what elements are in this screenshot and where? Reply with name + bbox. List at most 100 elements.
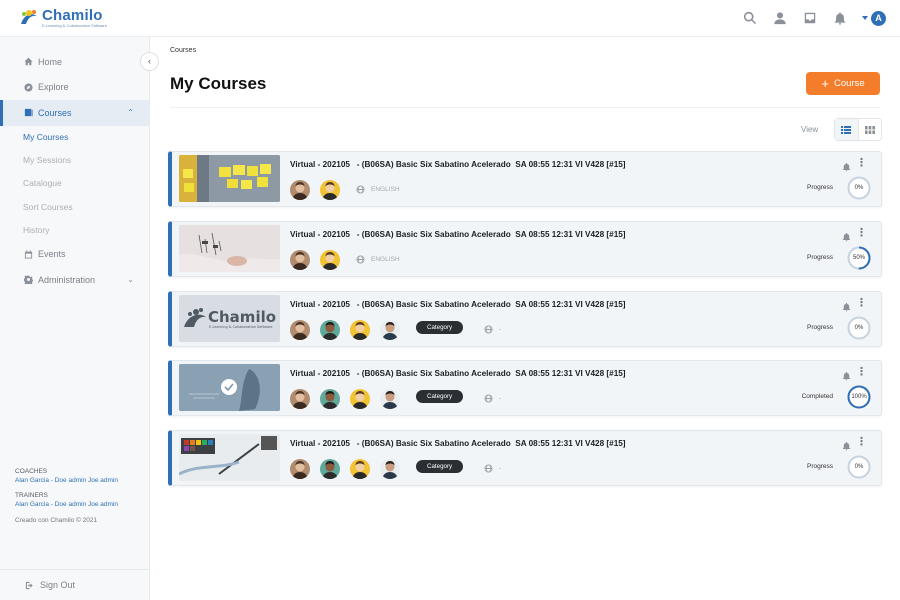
language-text: ENGLISH [371,186,400,193]
teacher-avatar[interactable] [290,249,310,270]
teacher-avatar[interactable] [380,389,400,410]
more-options-icon[interactable]: ⋮ [856,227,867,239]
globe-icon [484,325,493,334]
breadcrumb[interactable]: Courses [170,47,196,54]
teacher-avatar[interactable] [320,180,340,200]
category-badge[interactable]: Category [416,320,464,334]
inbox-icon[interactable] [802,10,818,26]
teacher-avatar[interactable] [320,459,340,480]
language-text: - [499,465,502,473]
bell-icon[interactable] [842,229,851,247]
globe-icon [484,464,493,473]
progress-ring: 0% [847,176,871,200]
course-card[interactable]: Virtual - 202105 - (B06SA) Basic Six Sab… [168,151,882,207]
teacher-avatar[interactable] [290,180,310,200]
user-icon[interactable] [772,10,788,26]
course-thumbnail[interactable] [179,224,280,272]
sidebar-subitem-my-courses[interactable]: My Courses [0,126,150,149]
course-title[interactable]: Virtual - 202105 - (B06SA) Basic Six Sab… [290,369,626,378]
course-list: Virtual - 202105 - (B06SA) Basic Six Sab… [168,151,882,500]
logo-tagline: E-Learning & Collaboration Software [42,23,107,28]
add-course-button[interactable]: + Course [806,72,880,95]
category-badge[interactable]: Category [416,460,464,474]
teacher-avatar[interactable] [320,319,340,340]
coaches-label: COACHES [15,468,48,475]
language-text: - [499,325,502,333]
sidebar-footer: COACHES Alan Garcia - Doe admin Joe admi… [15,468,130,526]
sidebar-subitem-catalogue[interactable]: Catalogue [0,172,150,195]
svg-text:E-Learning & Collaboration Sof: E-Learning & Collaboration Software [209,325,273,329]
course-card[interactable]: Chamilo E-Learning & Collaboration Softwa… [168,290,882,347]
coaches-names[interactable]: Alan Garcia - Doe admin Joe admin [15,477,130,486]
sidebar-subitem-my-sessions[interactable]: My Sessions [0,149,150,172]
teacher-avatar[interactable] [350,319,370,340]
sidebar-item-administration[interactable]: Administration ⌄ [0,267,150,293]
teacher-avatar[interactable] [290,319,310,340]
more-options-icon[interactable]: ⋮ [856,297,867,309]
teacher-avatar[interactable] [290,389,310,410]
search-icon[interactable] [742,10,758,26]
sidebar-item-explore[interactable]: Explore [0,75,150,101]
course-title[interactable]: Virtual - 202105 - (B06SA) Basic Six Sab… [290,300,626,309]
course-card[interactable]: Virtual - 202105 - (B06SA) Basic Six Sab… [168,360,882,417]
trainers-names[interactable]: Alan Garcia - Doe admin Joe admin [15,501,130,510]
avatar: A [871,10,886,26]
progress-ring: 0% [847,455,871,479]
collapse-sidebar-button[interactable]: ‹ [140,52,159,71]
view-toggle [834,118,882,141]
progress-value: 50% [852,254,865,261]
progress-ring: 50% [847,246,871,270]
grid-view-button[interactable] [859,119,882,140]
user-menu[interactable]: A [862,10,886,26]
bell-icon[interactable] [832,10,848,26]
progress-ring: 100% [847,385,871,409]
category-badge[interactable]: Category [416,390,464,404]
progress-label: Completed [801,393,833,401]
more-options-icon[interactable]: ⋮ [856,367,867,378]
course-card[interactable]: Virtual - 202105 - (B06SA) Basic Six Sab… [168,430,882,487]
svg-text:Chamilo: Chamilo [208,308,276,326]
list-view-button[interactable] [835,119,859,140]
sign-out-button[interactable]: Sign Out [0,569,150,600]
more-options-icon[interactable]: ⋮ [856,437,867,448]
bell-icon[interactable] [842,368,851,386]
course-thumbnail[interactable] [179,155,280,202]
globe-icon [356,185,365,194]
sidebar-item-home[interactable]: Home [0,49,150,75]
course-thumbnail[interactable]: Chamilo E-Learning & Collaboration Softwa… [179,294,280,342]
teacher-avatar[interactable] [320,389,340,410]
course-card[interactable]: Virtual - 202105 - (B06SA) Basic Six Sab… [168,220,882,277]
bell-icon[interactable] [842,438,851,456]
courses-icon [23,108,33,118]
course-language: ENGLISH [356,255,400,264]
sign-out-label: Sign Out [40,580,76,590]
main-content: Courses My Courses + Course View Virtual… [150,37,900,600]
bell-icon[interactable] [842,159,851,177]
teacher-avatar[interactable] [290,459,310,480]
teacher-avatar[interactable] [380,459,400,480]
teacher-avatar[interactable] [350,459,370,480]
bell-icon[interactable] [842,299,851,317]
teacher-avatar[interactable] [350,389,370,410]
sidebar-item-courses[interactable]: Courses ⌃ [0,100,150,126]
sidebar-item-label: Explore [38,82,69,93]
caret-down-icon [862,16,868,20]
sidebar-item-label: Administration [38,274,96,285]
grid-icon [864,125,875,134]
sidebar-item-label: Home [38,56,63,67]
sidebar-subitem-sort-courses[interactable]: Sort Courses [0,195,150,218]
course-title[interactable]: Virtual - 202105 - (B06SA) Basic Six Sab… [290,160,626,169]
chamilo-logo[interactable]: Chamilo E-Learning & Collaboration Softw… [18,8,107,28]
more-options-icon[interactable]: ⋮ [856,158,867,169]
sidebar-item-label: Events [38,249,66,260]
course-language: ENGLISH [356,185,400,194]
divider [170,107,880,108]
course-title[interactable]: Virtual - 202105 - (B06SA) Basic Six Sab… [290,439,626,448]
teacher-avatar[interactable] [380,319,400,340]
teacher-avatar[interactable] [320,249,340,270]
course-thumbnail[interactable] [179,364,280,412]
course-thumbnail[interactable] [179,434,280,482]
course-title[interactable]: Virtual - 202105 - (B06SA) Basic Six Sab… [290,230,626,239]
sidebar-item-events[interactable]: Events [0,241,150,267]
sidebar-subitem-history[interactable]: History [0,218,150,241]
